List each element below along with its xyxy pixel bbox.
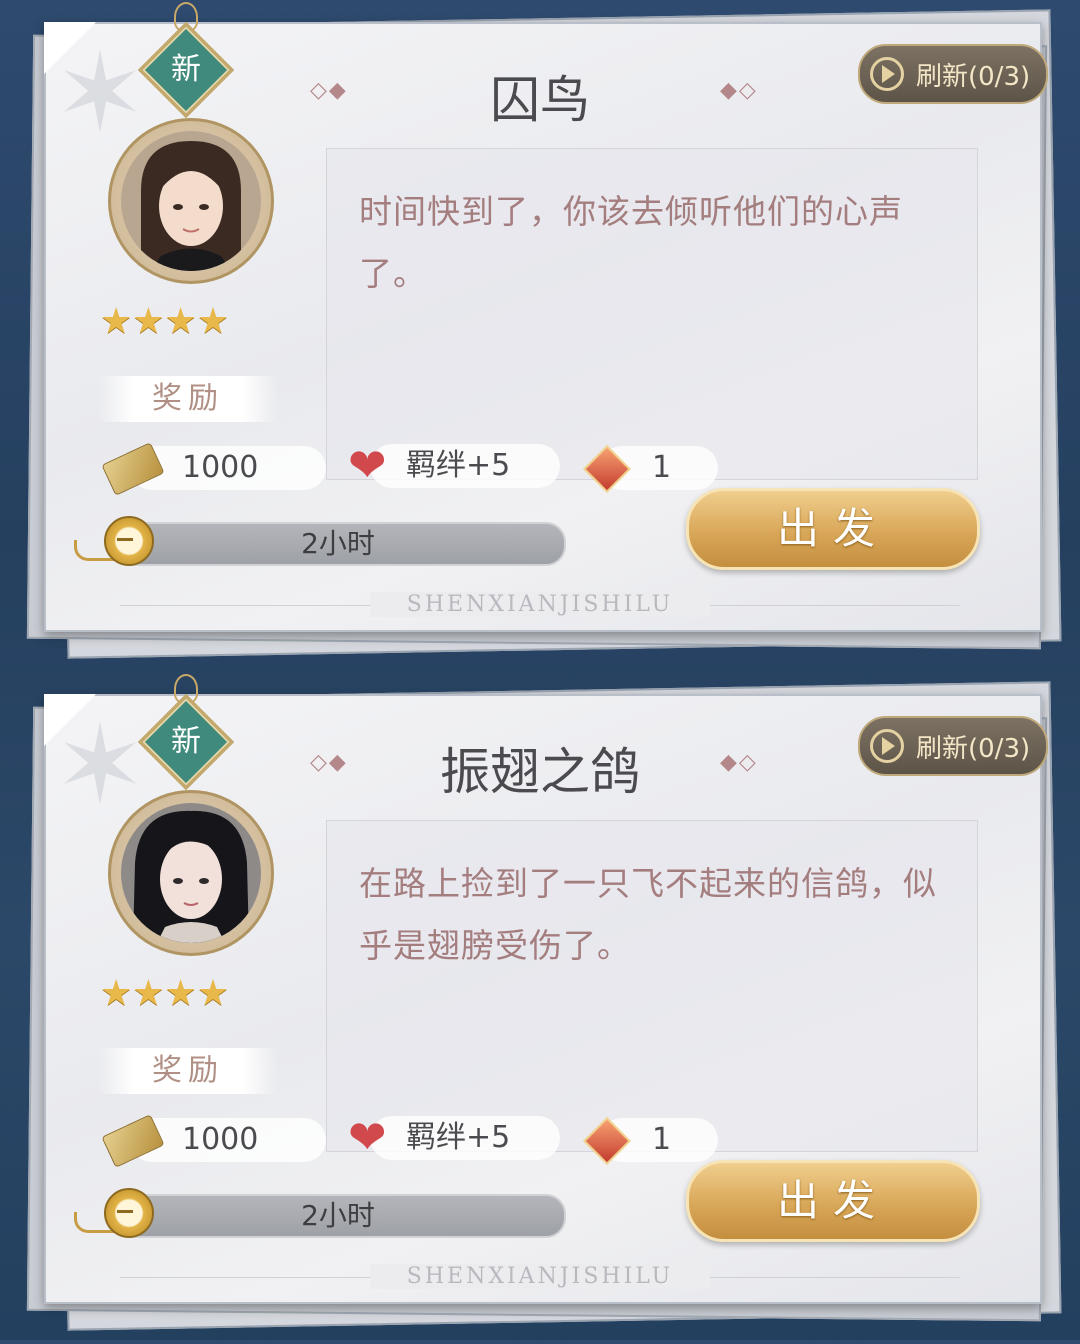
character-avatar: [121, 131, 261, 271]
reward-banner: 奖励: [98, 376, 278, 422]
card-title: 振翅之鸽: [440, 743, 640, 801]
character-avatar: [121, 803, 261, 943]
pocket-watch-icon: [104, 1188, 154, 1238]
duration-bar: 2小时: [110, 1194, 566, 1238]
refresh-button[interactable]: 刷新(0/3): [858, 716, 1048, 776]
description-text: 时间快到了，你该去倾听他们的心声了。: [359, 192, 903, 293]
reward-label: 奖励: [152, 1053, 224, 1088]
description-box: 时间快到了，你该去倾听他们的心声了。: [326, 148, 978, 480]
refresh-label: 刷新(0/3): [916, 733, 1031, 764]
title-row: ◇◆ 囚鸟 ◆◇: [300, 56, 780, 129]
reward-label: 奖励: [152, 381, 224, 416]
diamond-left-icon: ◇◆: [310, 750, 348, 775]
heart-icon: ❤: [348, 1110, 387, 1164]
play-icon: [870, 729, 904, 763]
card-title: 囚鸟: [490, 71, 590, 129]
diamond-right-icon: ◆◇: [720, 78, 758, 103]
duration-bar: 2小时: [110, 522, 566, 566]
gem-amount: 1: [652, 450, 672, 485]
currency-amount: 1000: [182, 450, 259, 485]
duration-text: 2小时: [301, 1199, 375, 1232]
heart-icon: ❤: [348, 438, 387, 492]
play-icon: [870, 57, 904, 91]
reward-bond: 羁绊+5: [370, 1116, 560, 1160]
gem-amount: 1: [652, 1122, 672, 1157]
bond-amount: 羁绊+5: [406, 448, 511, 483]
currency-amount: 1000: [182, 1122, 259, 1157]
title-row: ◇◆ 振翅之鸽 ◆◇: [300, 728, 780, 801]
refresh-label: 刷新(0/3): [916, 61, 1031, 92]
star-icons: ★★★★: [100, 301, 230, 342]
refresh-button[interactable]: 刷新(0/3): [858, 44, 1048, 104]
new-badge-label: 新: [171, 52, 201, 87]
depart-label: 出发: [776, 1176, 889, 1225]
character-avatar-frame: [108, 118, 274, 284]
pocket-watch-icon: [104, 516, 154, 566]
footer-watermark: SHENXIANJISHILU: [370, 1264, 710, 1289]
expedition-card-2: ✶ 新 ★★★★ ◇◆ 振翅之鸽 ◆◇ 刷新(0/3) 在路上捡到了一只飞不起来…: [0, 672, 1080, 1344]
depart-button[interactable]: 出发: [686, 1160, 980, 1242]
rarity-stars: ★★★★: [100, 974, 280, 1014]
rarity-stars: ★★★★: [100, 302, 280, 342]
reward-banner: 奖励: [98, 1048, 278, 1094]
description-box: 在路上捡到了一只飞不起来的信鸽，似乎是翅膀受伤了。: [326, 820, 978, 1152]
reward-bond: 羁绊+5: [370, 444, 560, 488]
character-avatar-frame: [108, 790, 274, 956]
depart-label: 出发: [776, 504, 889, 553]
depart-button[interactable]: 出发: [686, 488, 980, 570]
expedition-card-1: ✶ 新 ★★★★ ◇◆ 囚鸟 ◆◇ 刷新(0/3) 时间快到了，你该去倾听他们的…: [0, 0, 1080, 672]
diamond-left-icon: ◇◆: [310, 78, 348, 103]
description-text: 在路上捡到了一只飞不起来的信鸽，似乎是翅膀受伤了。: [359, 864, 937, 965]
new-badge-label: 新: [171, 724, 201, 759]
diamond-right-icon: ◆◇: [720, 750, 758, 775]
bond-amount: 羁绊+5: [406, 1120, 511, 1155]
footer-watermark: SHENXIANJISHILU: [370, 592, 710, 617]
duration-text: 2小时: [301, 527, 375, 560]
star-icons: ★★★★: [100, 973, 230, 1014]
